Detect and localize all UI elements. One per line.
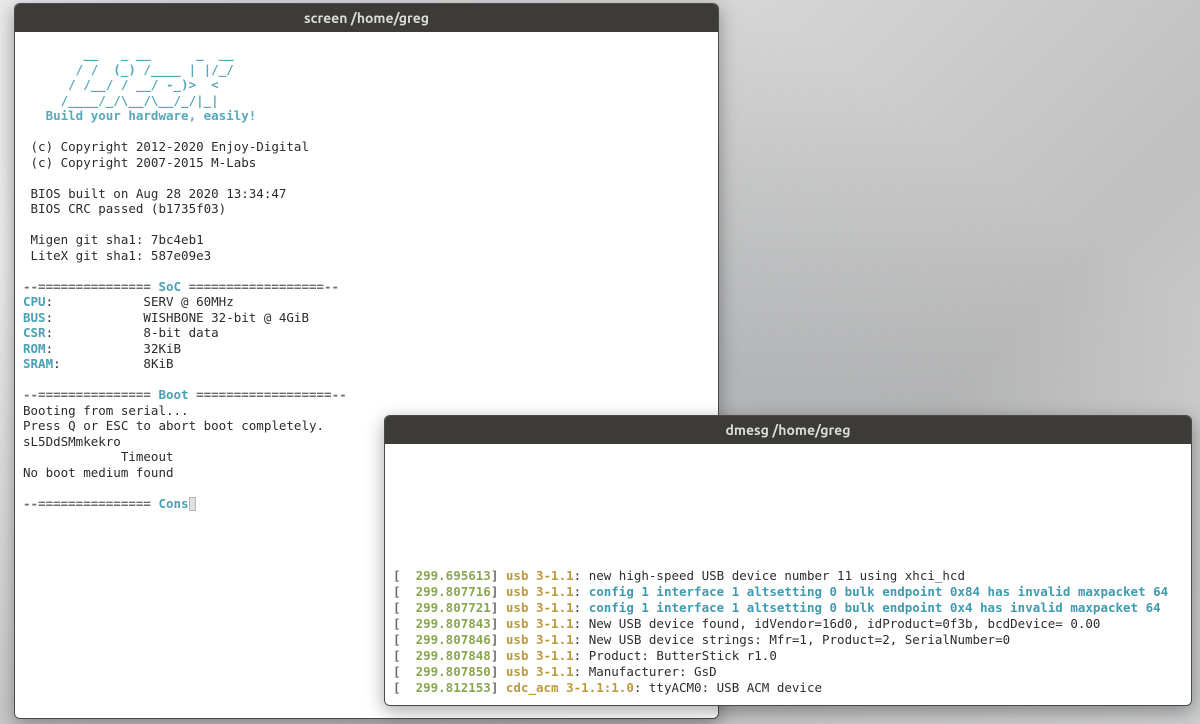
- soc-bus: BUS: WISHBONE 32-bit @ 4GiB: [23, 310, 710, 326]
- dmesg-line: [ 299.807846] usb 3-1.1: New USB device …: [393, 632, 1183, 648]
- terminal-output-dmesg[interactable]: [ 299.695613] usb 3-1.1: new high-speed …: [385, 444, 1191, 705]
- titlebar-dmesg[interactable]: dmesg /home/greg: [385, 416, 1191, 444]
- dmesg-line: [ 299.807721] usb 3-1.1: config 1 interf…: [393, 600, 1183, 616]
- ascii-line: / / (_) /____ | |/_/: [23, 62, 710, 78]
- console-label: Cons: [158, 496, 188, 511]
- blank-line: [23, 372, 710, 388]
- titlebar-screen[interactable]: screen /home/greg: [15, 4, 718, 32]
- boot-divider: --=============== Boot =================…: [23, 387, 710, 403]
- dmesg-lines: [ 299.695613] usb 3-1.1: new high-speed …: [393, 568, 1183, 696]
- blank-line: [23, 217, 710, 233]
- soc-csr: CSR: 8-bit data: [23, 325, 710, 341]
- cursor-icon: [189, 497, 196, 511]
- title-text: dmesg /home/greg: [726, 422, 851, 438]
- ascii-line: /____/_/\__/\__/_/|_|: [23, 93, 710, 109]
- ascii-line: __ _ __ _ __: [23, 46, 710, 62]
- blank-line: [23, 124, 710, 140]
- boot-label: Boot: [158, 387, 188, 402]
- soc-rom: ROM: 32KiB: [23, 341, 710, 357]
- blank-line: [23, 263, 710, 279]
- title-text: screen /home/greg: [304, 10, 429, 26]
- dmesg-line: [ 299.807848] usb 3-1.1: Product: Butter…: [393, 648, 1183, 664]
- bios-built: BIOS built on Aug 28 2020 13:34:47: [23, 186, 710, 202]
- ascii-tagline: Build your hardware, easily!: [23, 108, 710, 124]
- copyright-line: (c) Copyright 2007-2015 M-Labs: [23, 155, 710, 171]
- blank-region: [393, 452, 1183, 568]
- dmesg-line: [ 299.807850] usb 3-1.1: Manufacturer: G…: [393, 664, 1183, 680]
- soc-sram: SRAM: 8KiB: [23, 356, 710, 372]
- ascii-line: / /__/ / __/ -_)> <: [23, 77, 710, 93]
- bios-crc: BIOS CRC passed (b1735f03): [23, 201, 710, 217]
- copyright-line: (c) Copyright 2012-2020 Enjoy-Digital: [23, 139, 710, 155]
- soc-cpu: CPU: SERV @ 60MHz: [23, 294, 710, 310]
- dmesg-line: [ 299.807843] usb 3-1.1: New USB device …: [393, 616, 1183, 632]
- blank-line: [23, 170, 710, 186]
- dmesg-line: [ 299.812153] cdc_acm 3-1.1:1.0: ttyACM0…: [393, 680, 1183, 696]
- migen-sha: Migen git sha1: 7bc4eb1: [23, 232, 710, 248]
- soc-label: SoC: [158, 279, 181, 294]
- litex-sha: LiteX git sha1: 587e09e3: [23, 248, 710, 264]
- terminal-window-dmesg[interactable]: dmesg /home/greg [ 299.695613] usb 3-1.1…: [384, 415, 1192, 706]
- dmesg-line: [ 299.695613] usb 3-1.1: new high-speed …: [393, 568, 1183, 584]
- dmesg-line: [ 299.807716] usb 3-1.1: config 1 interf…: [393, 584, 1183, 600]
- soc-divider: --=============== SoC ==================…: [23, 279, 710, 295]
